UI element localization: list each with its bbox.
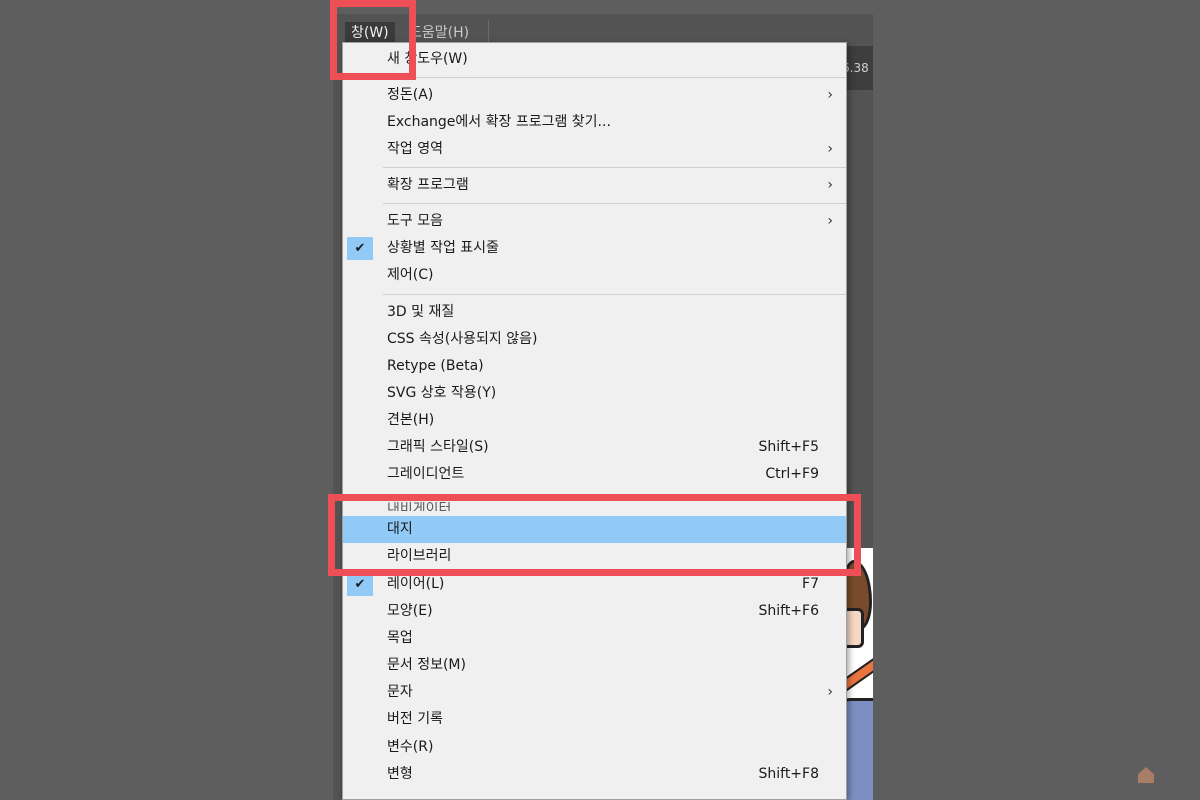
menu-item-shape[interactable]: 모양(E) Shift+F6 [343,598,846,625]
menu-item-new-window[interactable]: 새 창도우(W) [343,46,846,73]
menu-separator [383,167,846,168]
menu-item-workspace[interactable]: 작업 영역 › [343,136,846,163]
artwork-body [846,698,873,800]
menu-item-label: 제어(C) [387,267,434,283]
watermark-logo [1138,765,1178,785]
menu-item-label: 목업 [387,630,413,646]
shortcut-label: Shift+F6 [758,603,819,619]
menu-item-label: 도구 모음 [387,213,443,229]
callout-box-window-menu [330,0,416,80]
artwork-stripe [846,654,873,694]
menu-item-graphic-styles[interactable]: 그래픽 스타일(S) Shift+F5 [343,434,846,461]
menu-item-type[interactable]: 문자 › [343,679,846,706]
chevron-right-icon: › [827,141,833,157]
menu-item-svg-interactivity[interactable]: SVG 상호 작용(Y) [343,380,846,407]
chevron-right-icon: › [827,87,833,103]
menu-item-arrange[interactable]: 정돈(A) › [343,82,846,109]
check-icon: ✔ [347,573,373,596]
menu-item-label: 문서 정보(M) [387,657,466,673]
check-icon: ✔ [347,237,373,260]
zoom-readout: 6.38 [846,61,869,75]
menu-separator [383,77,846,78]
menu-item-label: SVG 상호 작용(Y) [387,385,497,401]
menu-item-label: 문자 [387,684,413,700]
menu-item-transform[interactable]: 변형 Shift+F8 [343,761,846,788]
menu-item-control[interactable]: 제어(C) [343,262,846,289]
menu-item-label: 변수(R) [387,739,434,755]
menu-item-label: CSS 속성(사용되지 않음) [387,331,538,347]
menu-item-label: 그래픽 스타일(S) [387,439,489,455]
menu-item-variables[interactable]: 변수(R) [343,734,846,761]
chevron-right-icon: › [827,684,833,700]
menu-item-label: 그레이디언트 [387,466,465,482]
chevron-right-icon: › [827,213,833,229]
callout-box-artboards [328,494,861,576]
menu-item-label: 버전 기록 [387,711,443,727]
menu-item-document-info[interactable]: 문서 정보(M) [343,652,846,679]
menu-item-label: Exchange에서 확장 프로그램 찾기... [387,114,611,130]
window-menu-dropdown: 새 창도우(W) 정돈(A) › Exchange에서 확장 프로그램 찾기..… [342,42,847,800]
menu-item-swatches[interactable]: 견본(H) [343,407,846,434]
shortcut-label: Shift+F8 [758,766,819,782]
menu-item-version-history[interactable]: 버전 기록 [343,706,846,733]
document-tab-strip: 6.38 [846,46,873,90]
menu-separator [383,294,846,295]
menu-item-gradient[interactable]: 그레이디언트 Ctrl+F9 [343,461,846,488]
menu-item-label: 작업 영역 [387,141,443,157]
menu-item-label: 변형 [387,766,413,782]
menu-item-label: 3D 및 재질 [387,304,455,320]
menu-item-extensions[interactable]: 확장 프로그램 › [343,172,846,199]
shortcut-label: Shift+F5 [758,439,819,455]
menu-item-3d-materials[interactable]: 3D 및 재질 [343,299,846,326]
menu-separator [383,203,846,204]
menu-item-retype[interactable]: Retype (Beta) [343,353,846,380]
chevron-right-icon: › [827,177,833,193]
menu-item-label: 확장 프로그램 [387,177,469,193]
artwork-face [846,608,864,648]
menu-item-label: 정돈(A) [387,87,434,103]
menu-item-find-extensions[interactable]: Exchange에서 확장 프로그램 찾기... [343,109,846,136]
menu-item-mockup[interactable]: 목업 [343,625,846,652]
menu-item-label: 견본(H) [387,412,435,428]
house-icon [1138,767,1154,783]
canvas-artwork [846,548,873,800]
menu-item-label: 상황별 작업 표시줄 [387,240,499,256]
menu-item-label: 모양(E) [387,603,433,619]
menu-item-css-properties[interactable]: CSS 속성(사용되지 않음) [343,326,846,353]
shortcut-label: Ctrl+F9 [765,466,819,482]
menu-item-toolbars[interactable]: 도구 모음 › [343,208,846,235]
menu-item-label: Retype (Beta) [387,358,484,374]
menu-item-contextual-taskbar[interactable]: ✔ 상황별 작업 표시줄 [343,235,846,262]
